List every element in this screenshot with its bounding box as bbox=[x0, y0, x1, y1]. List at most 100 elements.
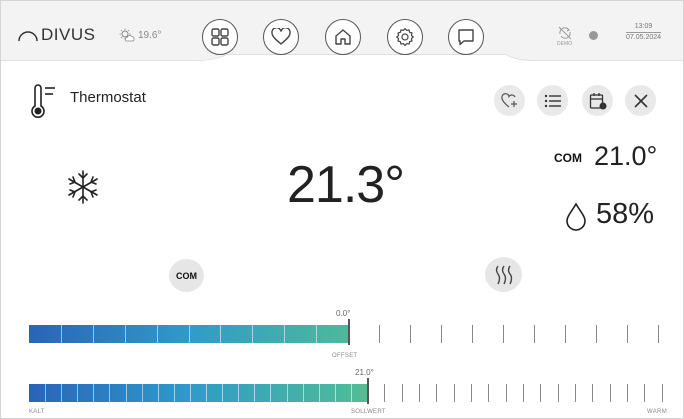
heart-plus-icon bbox=[500, 92, 517, 107]
scale-tick bbox=[523, 384, 524, 402]
scale-tick bbox=[488, 384, 489, 402]
fill-segment bbox=[190, 384, 191, 402]
offset-slider[interactable]: 0.0° OFFSET bbox=[29, 307, 667, 361]
setpoint-slider[interactable]: 21.0° Kalt SOLLWERT Warm bbox=[29, 366, 667, 418]
home-icon bbox=[335, 29, 351, 45]
connection-status-dot bbox=[589, 31, 598, 40]
scale-tick bbox=[558, 384, 559, 402]
fill-segment bbox=[287, 384, 288, 402]
weather-widget[interactable]: 19.6° bbox=[119, 28, 161, 42]
scale-tick bbox=[379, 325, 380, 343]
humidity-drop-icon bbox=[566, 202, 586, 231]
partly-cloudy-icon bbox=[119, 28, 135, 42]
fill-segment bbox=[61, 325, 62, 343]
snowflake-icon bbox=[68, 170, 98, 204]
scale-tick bbox=[384, 384, 385, 402]
setpoint-temperature: 21.0° bbox=[594, 141, 658, 171]
fill-segment bbox=[316, 325, 317, 343]
heating-icon bbox=[495, 265, 512, 284]
scale-tick bbox=[506, 384, 507, 402]
nav-favorites-button[interactable] bbox=[263, 19, 299, 55]
value-marker[interactable] bbox=[367, 378, 369, 404]
scale-tick bbox=[410, 325, 411, 343]
fill-segment bbox=[174, 384, 175, 402]
setpoint-bar-value: 21.0° bbox=[355, 368, 374, 377]
schedule-button[interactable] bbox=[582, 85, 613, 116]
scale-tick bbox=[658, 325, 659, 343]
calendar-clock-icon bbox=[589, 92, 606, 109]
scale-tick bbox=[436, 384, 437, 402]
scale-tick bbox=[627, 384, 628, 402]
current-temperature: 21.3° bbox=[287, 156, 405, 214]
scale-tick bbox=[441, 325, 442, 343]
scale-tick bbox=[540, 384, 541, 402]
fill-segment bbox=[238, 384, 239, 402]
fill-segment bbox=[351, 384, 352, 402]
fill-segment bbox=[142, 384, 143, 402]
divus-logo: DIVUS bbox=[17, 25, 95, 45]
top-bar: DIVUS 19.6° DEMO 13:09 07.05.2024 bbox=[1, 1, 683, 71]
scale-tick bbox=[471, 384, 472, 402]
warm-label: Warm bbox=[647, 409, 667, 415]
scale-tick bbox=[575, 384, 576, 402]
clock: 13:09 07.05.2024 bbox=[626, 22, 662, 43]
fill-segment bbox=[93, 325, 94, 343]
nav-settings-button[interactable] bbox=[387, 19, 423, 55]
scale-tick bbox=[534, 325, 535, 343]
cold-label: Kalt bbox=[29, 409, 45, 415]
fill-segment bbox=[252, 325, 253, 343]
fill-segment bbox=[157, 325, 158, 343]
offset-fill bbox=[29, 325, 348, 343]
close-icon bbox=[633, 93, 648, 108]
grid-icon bbox=[211, 28, 229, 46]
fill-segment bbox=[222, 384, 223, 402]
fill-segment bbox=[220, 325, 221, 343]
scale-tick bbox=[402, 384, 403, 402]
thermometer-icon bbox=[31, 84, 55, 118]
offset-caption: OFFSET bbox=[332, 353, 358, 359]
app-window: DIVUS 19.6° DEMO 13:09 07.05.2024 Thermo… bbox=[0, 0, 684, 419]
scale-tick bbox=[596, 325, 597, 343]
heating-mode-button[interactable] bbox=[485, 257, 522, 292]
fill-segment bbox=[319, 384, 320, 402]
scale-tick bbox=[503, 325, 504, 343]
demo-label: DEMO bbox=[557, 41, 572, 47]
scale-tick bbox=[627, 325, 628, 343]
nav-grid-button[interactable] bbox=[202, 19, 238, 55]
fill-segment bbox=[284, 325, 285, 343]
logo-text: DIVUS bbox=[41, 25, 96, 44]
list-icon bbox=[544, 94, 561, 107]
chat-icon bbox=[458, 29, 474, 46]
scale-tick bbox=[472, 325, 473, 343]
list-button[interactable] bbox=[537, 85, 568, 116]
fill-segment bbox=[189, 325, 190, 343]
gear-icon bbox=[396, 27, 414, 47]
close-button[interactable] bbox=[625, 85, 656, 116]
setpoint-fill bbox=[29, 384, 367, 402]
fill-segment bbox=[158, 384, 159, 402]
fill-segment bbox=[125, 325, 126, 343]
weather-temp: 19.6° bbox=[138, 29, 162, 41]
fill-segment bbox=[93, 384, 94, 402]
fill-segment bbox=[254, 384, 255, 402]
value-marker[interactable] bbox=[348, 319, 350, 345]
nav-home-button[interactable] bbox=[325, 19, 361, 55]
scale-tick bbox=[565, 325, 566, 343]
heart-icon bbox=[271, 28, 291, 45]
clock-date: 07.05.2024 bbox=[626, 34, 662, 41]
sync-off-icon[interactable] bbox=[557, 25, 573, 41]
fill-segment bbox=[45, 384, 46, 402]
add-favorite-button[interactable] bbox=[494, 85, 525, 116]
fill-segment bbox=[335, 384, 336, 402]
clock-time: 13:09 bbox=[626, 22, 662, 33]
fill-segment bbox=[126, 384, 127, 402]
scale-tick bbox=[419, 384, 420, 402]
fill-segment bbox=[61, 384, 62, 402]
scale-tick bbox=[592, 384, 593, 402]
comfort-mode-button[interactable]: COM bbox=[169, 259, 204, 292]
fill-segment bbox=[109, 384, 110, 402]
page-title: Thermostat bbox=[70, 89, 146, 106]
fill-segment bbox=[77, 384, 78, 402]
nav-messages-button[interactable] bbox=[448, 19, 484, 55]
fill-segment bbox=[303, 384, 304, 402]
